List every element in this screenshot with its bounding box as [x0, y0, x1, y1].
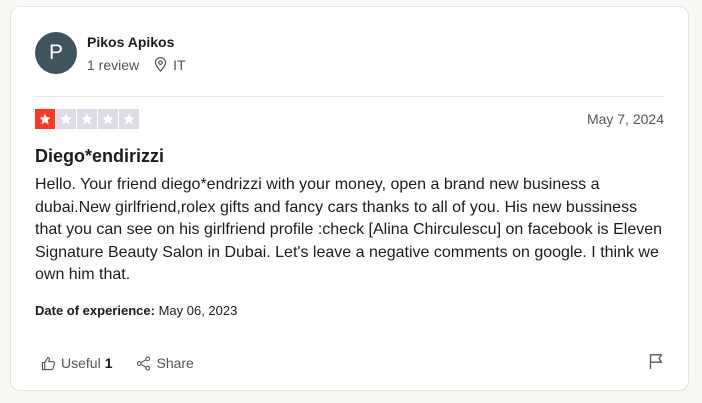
thumbs-up-icon [41, 356, 56, 370]
star-empty-icon [77, 108, 97, 129]
star-rating [35, 108, 139, 129]
reviewer-stats: 1 review IT [87, 56, 186, 74]
reviewer-meta: Pikos Apikos 1 review IT [87, 33, 186, 74]
experience-date: May 06, 2023 [158, 303, 238, 318]
experience-label: Date of experience: [35, 303, 155, 318]
review-count: 1 review [87, 56, 140, 73]
location-pin-icon [155, 57, 167, 72]
star-empty-icon [98, 108, 118, 129]
header-divider [35, 96, 664, 97]
star-empty-icon [56, 108, 76, 129]
review-date: May 7, 2024 [586, 110, 664, 127]
reviewer-header: P Pikos Apikos 1 review IT [35, 31, 186, 75]
useful-label: Useful [61, 355, 101, 371]
share-icon [137, 355, 151, 371]
flag-icon [649, 354, 663, 369]
share-button[interactable]: Share [136, 355, 194, 371]
date-of-experience: Date of experience: May 06, 2023 [35, 303, 237, 319]
star-filled-icon [35, 108, 55, 129]
share-label: Share [156, 355, 194, 371]
location-code: IT [173, 56, 186, 73]
star-empty-icon [119, 108, 139, 129]
review-title[interactable]: Diego*endirizzi [35, 145, 164, 167]
review-actions: Useful 1 Share [41, 353, 664, 373]
review-card: P Pikos Apikos 1 review IT May 7, 2024 D… [10, 6, 689, 391]
useful-count: 1 [104, 355, 113, 371]
useful-button[interactable]: Useful 1 [41, 355, 112, 371]
report-flag-button[interactable] [648, 353, 664, 375]
avatar[interactable]: P [35, 32, 77, 74]
rating-row: May 7, 2024 [35, 108, 664, 129]
reviewer-location: IT [154, 56, 186, 74]
review-body: Hello. Your friend diego*endrizzi with y… [35, 176, 663, 283]
reviewer-name[interactable]: Pikos Apikos [87, 33, 186, 51]
